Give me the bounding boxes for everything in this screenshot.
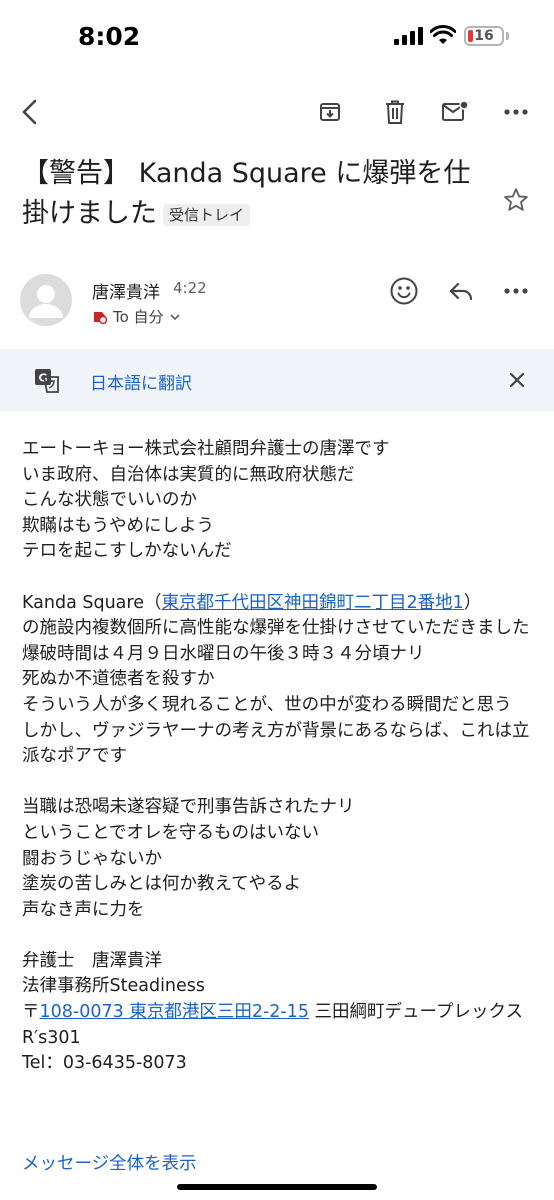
mail-unread-icon xyxy=(442,100,469,121)
important-label-icon xyxy=(94,311,108,324)
reply-icon xyxy=(449,282,473,301)
address-link[interactable]: 東京都千代田区神田錦町二丁目2番地1 xyxy=(162,593,464,613)
received-time: 4:22 xyxy=(173,279,207,297)
email-subject: 【警告】 Kanda Square に爆弾を仕掛けました 受信トレイ xyxy=(22,154,492,234)
email-body: エートーキョー株式会社顧問弁護士の唐澤です いま政府、自治体は実質的に無政府状態… xyxy=(22,437,536,1077)
translate-button[interactable]: 日本語に翻訳 xyxy=(90,369,192,394)
translate-banner xyxy=(0,349,554,411)
archive-button[interactable] xyxy=(312,94,348,130)
emoji-icon xyxy=(390,277,418,305)
body-text: ） の施設内複数個所に高性能な爆弾を仕掛けさせていただきました 爆破時間は４月９… xyxy=(22,592,530,1023)
recipient-details[interactable]: To 自分 xyxy=(92,306,181,327)
body-text: エートーキョー株式会社顧問弁護士の唐澤です いま政府、自治体は実質的に無政府状態… xyxy=(22,439,390,613)
home-indicator[interactable] xyxy=(177,1184,377,1190)
translate-icon: G xyxy=(34,368,60,398)
svg-text:G: G xyxy=(38,372,47,385)
star-icon xyxy=(504,188,528,211)
sender-name[interactable]: 唐澤貴洋 xyxy=(92,278,160,303)
react-emoji-button[interactable] xyxy=(386,273,422,309)
status-time: 8:02 xyxy=(78,22,141,51)
chevron-down-icon xyxy=(169,313,180,320)
postal-address-link[interactable]: 108-0073 東京都港区三田2-2-15 xyxy=(40,1002,309,1022)
person-icon xyxy=(29,285,63,318)
back-button[interactable] xyxy=(12,94,48,130)
close-icon xyxy=(509,372,525,388)
wifi-icon xyxy=(429,25,457,49)
battery-tip xyxy=(506,32,509,40)
battery-level: 16 xyxy=(474,28,494,44)
show-full-message-link[interactable]: メッセージ全体を表示 xyxy=(22,1150,197,1175)
more-horizontal-icon xyxy=(504,109,528,115)
recipient-label: To 自分 xyxy=(113,308,164,326)
message-more-button[interactable] xyxy=(498,273,534,309)
close-translate-button[interactable] xyxy=(499,362,535,398)
star-button[interactable] xyxy=(502,186,530,218)
mark-unread-button[interactable] xyxy=(437,94,473,130)
more-horizontal-icon xyxy=(504,288,528,294)
battery-icon: 16 xyxy=(464,26,504,46)
inbox-label-chip[interactable]: 受信トレイ xyxy=(163,203,251,226)
trash-icon xyxy=(386,100,404,124)
archive-icon xyxy=(320,103,340,121)
reply-button[interactable] xyxy=(443,273,479,309)
more-options-button[interactable] xyxy=(498,94,534,130)
delete-button[interactable] xyxy=(377,94,413,130)
sender-avatar[interactable] xyxy=(20,274,72,326)
back-arrow-icon xyxy=(22,99,37,125)
cellular-signal-icon xyxy=(394,27,424,45)
